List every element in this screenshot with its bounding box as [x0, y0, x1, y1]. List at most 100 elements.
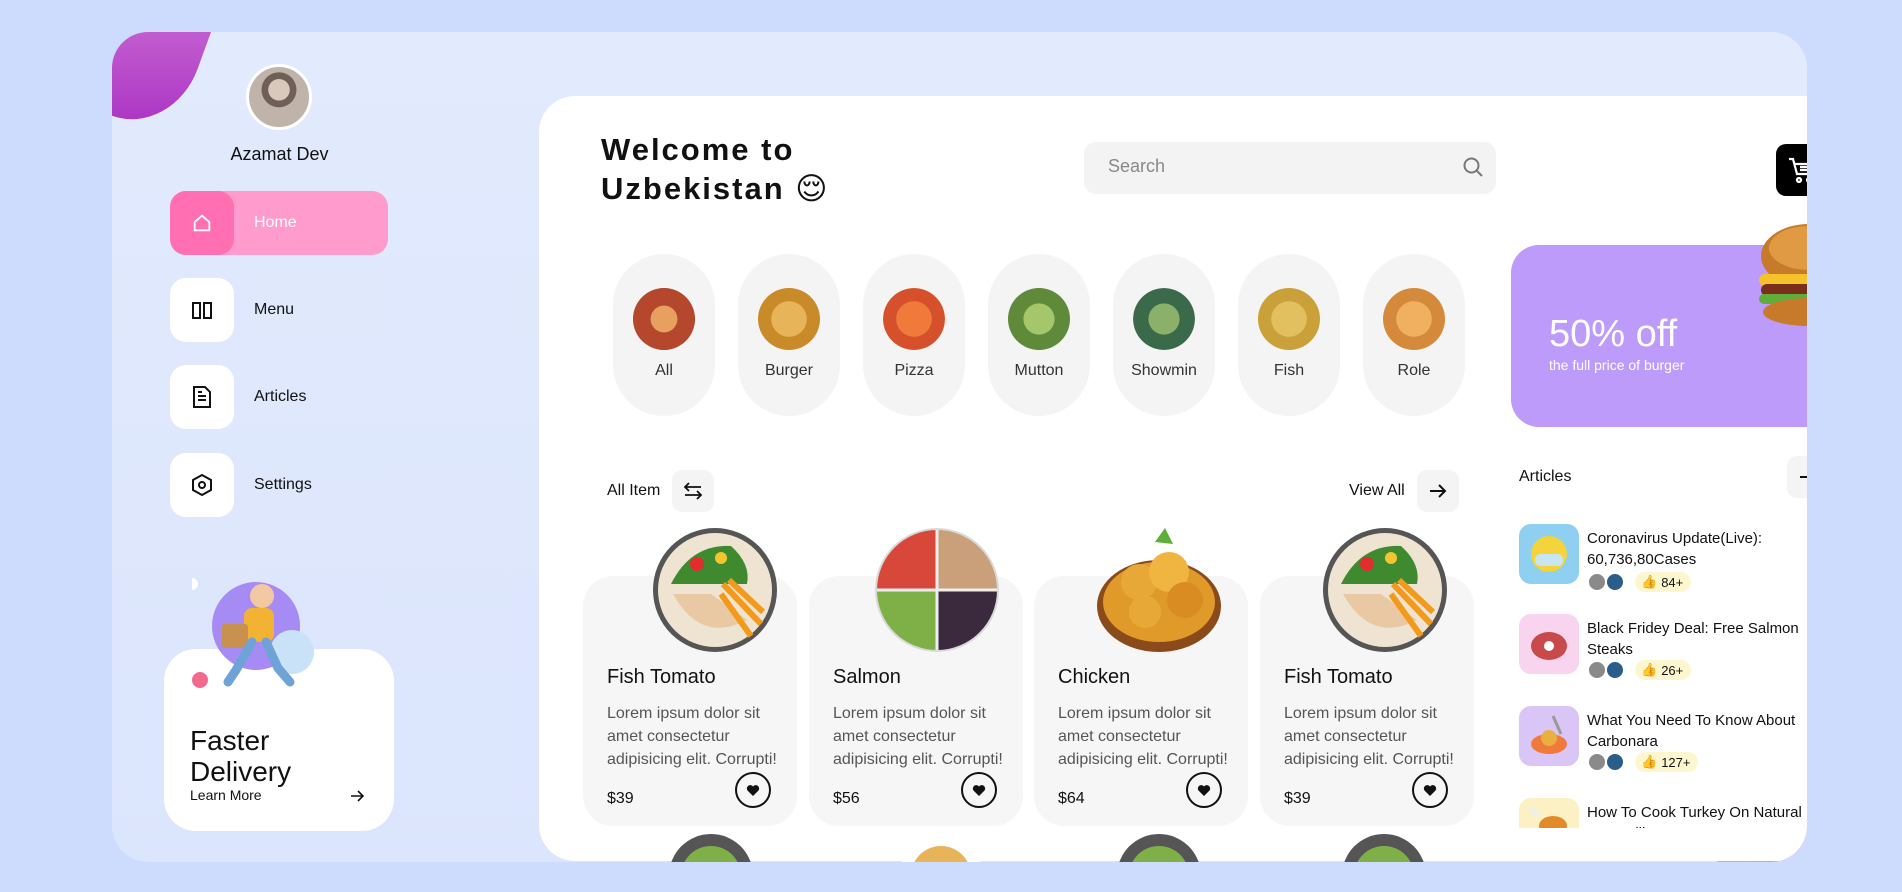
category-label: Mutton	[1014, 362, 1064, 379]
food-description: Lorem ipsum dolor sit amet consectetur a…	[607, 705, 777, 768]
next-row-image	[1342, 834, 1426, 862]
category-image	[1133, 288, 1195, 350]
article-item[interactable]: What You Need To Know About Carbonara 👍 1…	[1519, 706, 1807, 776]
article-meta: 👍 84+	[1587, 572, 1692, 592]
turkey-leg-icon	[1527, 806, 1567, 828]
thumbs-up-icon: 👍	[1641, 574, 1658, 589]
favorite-button[interactable]	[1186, 772, 1222, 808]
category-image	[883, 288, 945, 350]
burger-image	[1759, 224, 1807, 326]
food-description: Lorem ipsum dolor sit amet consectetur a…	[1058, 705, 1228, 768]
view-all-link[interactable]: View All	[1349, 482, 1405, 500]
arrow-right-icon	[1800, 476, 1807, 478]
article-title: How To Cook Turkey On Natural Gas Grills	[1587, 804, 1802, 828]
avatar	[1587, 752, 1607, 772]
thumbs-up-icon: 👍	[1641, 754, 1658, 769]
heart-icon	[1423, 784, 1437, 796]
avatar[interactable]	[246, 64, 312, 130]
category-mutton[interactable]: Mutton	[988, 254, 1090, 416]
sidebar-item-settings[interactable]: Settings	[170, 453, 388, 517]
category-image	[758, 288, 820, 350]
category-showmin[interactable]: Showmin	[1113, 254, 1215, 416]
sidebar-item-label: Home	[254, 214, 297, 231]
sidebar-item-home[interactable]: Home	[170, 191, 388, 255]
avatar	[1605, 752, 1625, 772]
title-line: Uzbekistan 😌	[601, 171, 830, 206]
food-image-salad	[653, 528, 777, 652]
category-label: Fish	[1273, 362, 1305, 379]
view-all-arrow-button[interactable]	[1417, 470, 1459, 512]
articles-arrow-button[interactable]	[1787, 456, 1807, 498]
mask-emoji-icon	[1531, 536, 1567, 572]
user-name: Azamat Dev	[230, 144, 329, 164]
articles-heading: Articles	[1519, 468, 1572, 485]
steak-icon	[1531, 632, 1567, 660]
category-label: Burger	[764, 362, 814, 379]
category-image	[1008, 288, 1070, 350]
avatar	[1605, 572, 1625, 592]
document-icon	[170, 365, 234, 429]
food-description: Lorem ipsum dolor sit amet consectetur a…	[833, 705, 1003, 768]
article-thumbnail	[1519, 614, 1579, 674]
category-pizza[interactable]: Pizza	[863, 254, 965, 416]
book-icon	[170, 278, 234, 342]
food-price: $39	[1284, 790, 1311, 807]
likes-badge: 👍 26+	[1635, 660, 1692, 680]
category-fish[interactable]: Fish	[1238, 254, 1340, 416]
arrow-right-icon[interactable]	[350, 789, 365, 807]
sidebar-item-articles[interactable]: Articles	[170, 365, 388, 429]
sidebar-item-label: Settings	[254, 476, 312, 493]
search-input[interactable]	[1108, 156, 1448, 177]
main-panel: Welcome to Uzbekistan 😌 1 All Burger Piz…	[539, 96, 1807, 862]
food-name: Salmon	[833, 666, 901, 688]
search-icon[interactable]	[1462, 156, 1484, 183]
article-thumbnail	[1519, 524, 1579, 584]
article-meta: 👍 127+	[1587, 752, 1699, 772]
favorite-button[interactable]	[1412, 772, 1448, 808]
food-name: Fish Tomato	[607, 666, 716, 688]
article-thumbnail	[1519, 706, 1579, 766]
delivery-title-line: Delivery	[190, 756, 292, 787]
delivery-title: Faster Delivery	[190, 725, 291, 787]
food-name: Fish Tomato	[1284, 666, 1393, 688]
likes-count: 26+	[1661, 662, 1684, 678]
article-item[interactable]: Coronavirus Update(Live): 60,736,80Cases…	[1519, 524, 1807, 594]
heart-icon	[1197, 784, 1211, 796]
category-label: Showmin	[1131, 362, 1197, 379]
category-image	[633, 288, 695, 350]
likes-count: 127+	[1661, 754, 1691, 770]
home-icon	[170, 191, 234, 255]
category-role[interactable]: Role	[1363, 254, 1465, 416]
cart-button[interactable]	[1776, 144, 1807, 196]
sidebar-item-menu[interactable]: Menu	[170, 278, 388, 342]
decorative-blob	[112, 32, 220, 138]
article-item[interactable]: How To Cook Turkey On Natural Gas Grills	[1519, 798, 1807, 828]
avatar	[1605, 660, 1625, 680]
delivery-person-illustration	[192, 578, 314, 688]
heart-icon	[746, 784, 760, 796]
article-title: Black Fridey Deal: Free Salmon Steaks	[1587, 620, 1799, 658]
food-price: $39	[607, 790, 634, 807]
food-name: Chicken	[1058, 666, 1131, 688]
food-price: $56	[833, 790, 860, 807]
favorite-button[interactable]	[961, 772, 997, 808]
food-price: $64	[1058, 790, 1085, 807]
category-label: All	[655, 362, 673, 379]
hexagon-settings-icon	[170, 453, 234, 517]
learn-more-link[interactable]: Learn More	[190, 787, 262, 803]
title-line: Welcome to	[601, 132, 795, 167]
favorite-button[interactable]	[735, 772, 771, 808]
search-bar[interactable]	[1084, 142, 1496, 194]
category-image	[1383, 288, 1445, 350]
category-all[interactable]: All	[613, 254, 715, 416]
avatar	[1587, 572, 1607, 592]
all-item-label: All Item	[607, 482, 661, 499]
pasta-icon	[1531, 715, 1567, 754]
swap-arrows-icon	[683, 482, 703, 500]
thumbs-up-icon: 👍	[1641, 662, 1658, 677]
article-item[interactable]: Black Fridey Deal: Free Salmon Steaks 👍 2…	[1519, 614, 1807, 684]
avatar	[1587, 660, 1607, 680]
swap-arrows-button[interactable]	[672, 470, 714, 512]
category-burger[interactable]: Burger	[738, 254, 840, 416]
sidebar-item-label: Menu	[254, 301, 295, 318]
